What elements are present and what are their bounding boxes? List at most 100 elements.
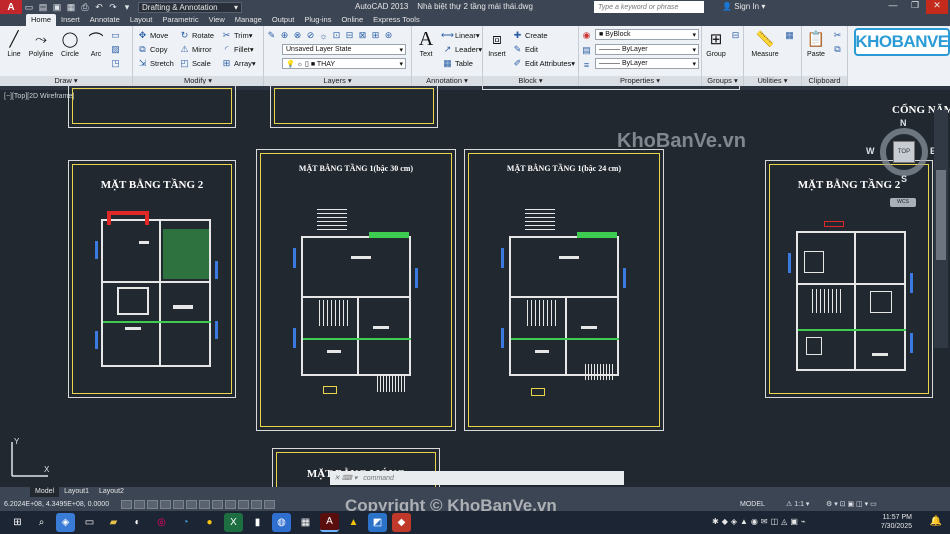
- text-button[interactable]: A Text: [412, 28, 440, 59]
- tab-layout1[interactable]: Layout1: [59, 487, 94, 497]
- measure-button[interactable]: 📏 Measure: [748, 28, 782, 58]
- minimize-button[interactable]: —: [882, 0, 904, 14]
- chrome-icon[interactable]: ●: [200, 513, 219, 532]
- move-button[interactable]: ✥ Move: [137, 29, 169, 42]
- close-button[interactable]: ✕: [926, 0, 948, 14]
- copy-button[interactable]: ⧉ Copy: [137, 43, 167, 56]
- notification-icon[interactable]: 🔔: [930, 516, 942, 527]
- trim-button[interactable]: ✂ Trim ▾: [221, 29, 253, 42]
- app-icon-5[interactable]: ▲: [344, 513, 363, 532]
- tab-express-tools[interactable]: Express Tools: [368, 14, 425, 26]
- layer-state-dropdown[interactable]: Unsaved Layer State ▾: [282, 44, 406, 55]
- calculator-icon[interactable]: ▦: [784, 29, 797, 42]
- array-button[interactable]: ⊞ Array ▾: [221, 57, 256, 70]
- grid-toggle[interactable]: [134, 499, 146, 509]
- linear-button[interactable]: ⟷ Linear ▾: [441, 29, 480, 42]
- snap-toggle[interactable]: [121, 499, 133, 509]
- viewcube-top-face[interactable]: TOP: [893, 141, 915, 163]
- tab-home[interactable]: Home: [26, 14, 57, 26]
- edge-icon[interactable]: ◔: [176, 513, 195, 532]
- windows-start-icon[interactable]: ⊞: [8, 513, 27, 532]
- tab-layout[interactable]: Layout: [125, 14, 158, 26]
- autocad-taskbar-icon[interactable]: A: [320, 513, 339, 532]
- app-icon-2[interactable]: ◎: [152, 513, 171, 532]
- compass-south[interactable]: S: [901, 174, 907, 184]
- app-icon-7[interactable]: ◆: [392, 513, 411, 532]
- tab-plugins[interactable]: Plug-ins: [299, 14, 336, 26]
- hatch-icon[interactable]: ▨: [110, 43, 123, 56]
- tab-insert[interactable]: Insert: [56, 14, 85, 26]
- table-button[interactable]: ▦ Table: [442, 57, 473, 70]
- match-properties-icon[interactable]: ▤: [581, 44, 594, 57]
- excel-icon[interactable]: X: [224, 513, 243, 532]
- app-icon-3[interactable]: ▮: [248, 513, 267, 532]
- clipboard-panel-title[interactable]: Clipboard: [802, 76, 847, 86]
- region-icon[interactable]: ◳: [110, 57, 123, 70]
- edit-block-button[interactable]: ✎ Edit: [512, 43, 538, 56]
- sign-in-button[interactable]: 👤 Sign In ▾: [722, 2, 765, 11]
- viewport-controls[interactable]: [−][Top][2D Wireframe]: [4, 93, 74, 100]
- color-wheel-icon[interactable]: ◉: [581, 29, 594, 42]
- open-icon[interactable]: ▤: [36, 2, 50, 13]
- utilities-panel-title[interactable]: Utilities ▾: [744, 76, 801, 86]
- layer-properties-icon[interactable]: ✎ ⊕ ⊗ ⊘ ☼ ⊡ ⊟ ⊠ ⊞ ⊛: [266, 29, 396, 42]
- lwt-toggle[interactable]: [225, 499, 237, 509]
- dropdown-icon[interactable]: ▾: [120, 2, 134, 13]
- compass-west[interactable]: W: [866, 146, 875, 156]
- line-button[interactable]: ╱ Line: [0, 28, 28, 58]
- sc-toggle[interactable]: [264, 499, 276, 509]
- otrack-toggle[interactable]: [186, 499, 198, 509]
- current-layer-dropdown[interactable]: 💡 ☼ ▯ ■ THAY ▾: [282, 58, 406, 69]
- rotate-button[interactable]: ↻ Rotate: [179, 29, 214, 42]
- workspace-switch-icon[interactable]: ⚙ ▾ ⊡ ▣ ◫ ▾ ▭: [826, 500, 877, 508]
- create-block-button[interactable]: ✚ Create: [512, 29, 548, 42]
- app-icon-1[interactable]: ◐: [128, 513, 147, 532]
- search-input[interactable]: Type a keyword or phrase: [594, 1, 704, 13]
- redo-icon[interactable]: ↷: [106, 2, 120, 13]
- command-line-input[interactable]: ✕ ⌨ ▾ command: [330, 471, 624, 485]
- task-view-icon[interactable]: ▭: [80, 513, 99, 532]
- list-icon[interactable]: ≡: [581, 58, 594, 71]
- mirror-button[interactable]: ⚠ Mirror: [179, 43, 211, 56]
- drawing-canvas[interactable]: [−][Top][2D Wireframe] MẶT BẰNG TẦNG 2 M…: [0, 84, 950, 495]
- copy-clip-icon[interactable]: ⧉: [832, 43, 845, 56]
- system-tray[interactable]: ✱◆◈▲◉✉◫◬▣⌁: [712, 517, 809, 526]
- group-button[interactable]: ⊞ Group: [702, 28, 730, 58]
- widgets-icon[interactable]: ◈: [56, 513, 75, 532]
- arc-button[interactable]: ⌒ Arc: [82, 28, 110, 59]
- tab-output[interactable]: Output: [267, 14, 300, 26]
- ungroup-icon[interactable]: ⊟: [730, 29, 743, 42]
- search-taskbar-icon[interactable]: ⌕: [32, 513, 51, 532]
- paste-button[interactable]: 📋 Paste: [802, 28, 830, 58]
- insert-button[interactable]: ⧈ Insert: [483, 28, 511, 59]
- wcs-menu[interactable]: WCS: [890, 198, 916, 207]
- autocad-logo-icon[interactable]: A: [0, 0, 22, 14]
- lineweight-dropdown[interactable]: ——— ByLayer ▾: [595, 58, 699, 69]
- tab-layout2[interactable]: Layout2: [94, 487, 129, 497]
- polar-toggle[interactable]: [160, 499, 172, 509]
- leader-button[interactable]: ↗ Leader ▾: [442, 43, 482, 56]
- tab-view[interactable]: View: [204, 14, 230, 26]
- polyline-button[interactable]: ⤳ Polyline: [26, 28, 56, 59]
- clock[interactable]: 11:57 PM 7/30/2025: [881, 513, 912, 531]
- tab-online[interactable]: Online: [336, 14, 368, 26]
- plot-icon[interactable]: ⎙: [78, 2, 92, 13]
- qp-toggle[interactable]: [251, 499, 263, 509]
- restore-button[interactable]: ❐: [904, 0, 926, 14]
- viewcube[interactable]: TOP N S E W: [866, 118, 936, 184]
- stretch-button[interactable]: ⇲ Stretch: [137, 57, 174, 70]
- tab-parametric[interactable]: Parametric: [157, 14, 203, 26]
- scale-button[interactable]: ◰ Scale: [179, 57, 211, 70]
- compass-north[interactable]: N: [900, 118, 907, 128]
- workspace-dropdown[interactable]: Drafting & Annotation ▾: [138, 1, 242, 13]
- cut-icon[interactable]: ✂: [832, 29, 845, 42]
- navigation-bar[interactable]: [934, 110, 948, 348]
- edit-attributes-button[interactable]: ✐ Edit Attributes ▾: [512, 57, 575, 70]
- linetype-dropdown[interactable]: ——— ByLayer ▾: [595, 44, 699, 55]
- app-icon-6[interactable]: ◩: [368, 513, 387, 532]
- circle-button[interactable]: ◯ Circle: [56, 28, 84, 58]
- dyn-toggle[interactable]: [212, 499, 224, 509]
- navigation-bar-thumb[interactable]: [936, 170, 946, 260]
- app-icon-4[interactable]: ◍: [272, 513, 291, 532]
- color-dropdown[interactable]: ■ ByBlock ▾: [595, 29, 699, 40]
